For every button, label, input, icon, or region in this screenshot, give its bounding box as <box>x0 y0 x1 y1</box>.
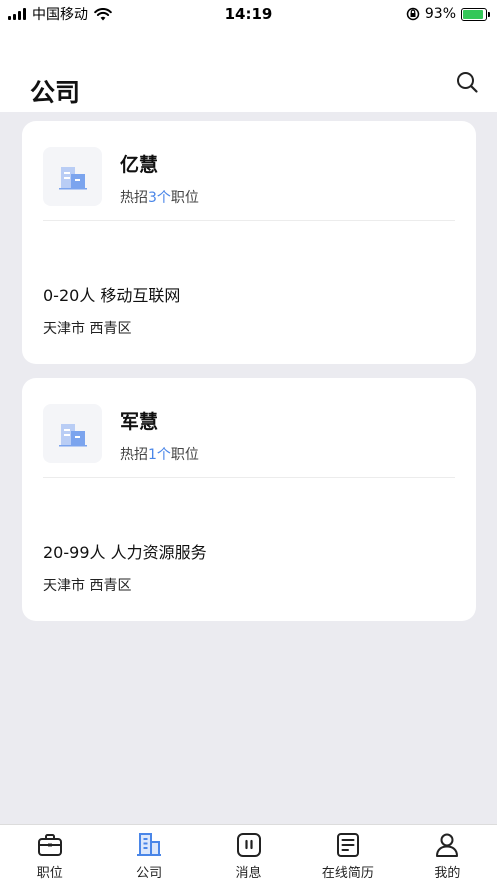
tab-jobs[interactable]: 职位 <box>0 825 99 883</box>
page-title: 公司 <box>30 78 81 107</box>
orientation-lock-icon <box>406 7 420 21</box>
tab-label: 公司 <box>136 866 163 881</box>
status-left: 中国移动 <box>8 4 112 24</box>
company-logo <box>43 147 102 206</box>
building-icon <box>137 833 162 856</box>
company-size-industry: 0-20人 移动互联网 <box>43 286 181 305</box>
company-size-industry: 20-99人 人力资源服务 <box>43 543 207 562</box>
tab-label: 我的 <box>434 866 461 881</box>
hiring-prefix: 热招 <box>120 190 148 206</box>
carrier-label: 中国移动 <box>32 7 88 23</box>
battery-percent: 93% <box>424 6 456 22</box>
company-location: 天津市 西青区 <box>43 578 132 594</box>
hiring-prefix: 热招 <box>120 447 148 463</box>
company-card[interactable]: 亿慧 热招3个职位 0-20人 移动互联网 天津市 西青区 <box>22 121 476 364</box>
battery-fill <box>463 9 484 19</box>
battery-icon <box>461 7 490 21</box>
resume-icon <box>336 833 359 857</box>
tab-resume[interactable]: 在线简历 <box>298 825 397 883</box>
hiring-count: 3个 <box>148 190 171 206</box>
building-icon <box>58 423 87 446</box>
message-icon <box>236 833 261 857</box>
hiring-info: 热招3个职位 <box>120 187 199 207</box>
signal-icon <box>8 8 26 20</box>
tab-messages[interactable]: 消息 <box>199 825 298 883</box>
company-card[interactable]: 军慧 热招1个职位 20-99人 人力资源服务 天津市 西青区 <box>22 378 476 621</box>
status-right: 93% <box>406 6 490 22</box>
page-header: 公司 <box>0 28 497 112</box>
company-logo <box>43 404 102 463</box>
hiring-count: 1个 <box>148 447 171 463</box>
card-divider <box>43 477 455 478</box>
card-divider <box>43 220 455 221</box>
tab-label: 在线简历 <box>321 866 374 881</box>
status-bar: 中国移动 14:19 93% <box>0 0 497 28</box>
person-icon <box>436 833 459 857</box>
hiring-suffix: 职位 <box>170 190 199 206</box>
bottom-tab-bar: 职位 公司 消息 在线简历 我的 <box>0 824 497 883</box>
tab-label: 消息 <box>235 866 262 881</box>
hiring-suffix: 职位 <box>170 447 199 463</box>
tab-profile[interactable]: 我的 <box>398 825 497 883</box>
search-icon[interactable] <box>455 70 479 94</box>
company-name: 军慧 <box>120 411 159 433</box>
company-name: 亿慧 <box>120 154 159 176</box>
company-location: 天津市 西青区 <box>43 321 132 337</box>
hiring-info: 热招1个职位 <box>120 444 199 464</box>
tab-company[interactable]: 公司 <box>99 825 198 883</box>
company-list: 亿慧 热招3个职位 0-20人 移动互联网 天津市 西青区 军慧 热招1个职位 … <box>22 121 476 635</box>
tab-label: 职位 <box>36 866 63 881</box>
briefcase-icon <box>37 834 62 856</box>
wifi-icon <box>94 7 112 20</box>
building-icon <box>58 166 87 189</box>
